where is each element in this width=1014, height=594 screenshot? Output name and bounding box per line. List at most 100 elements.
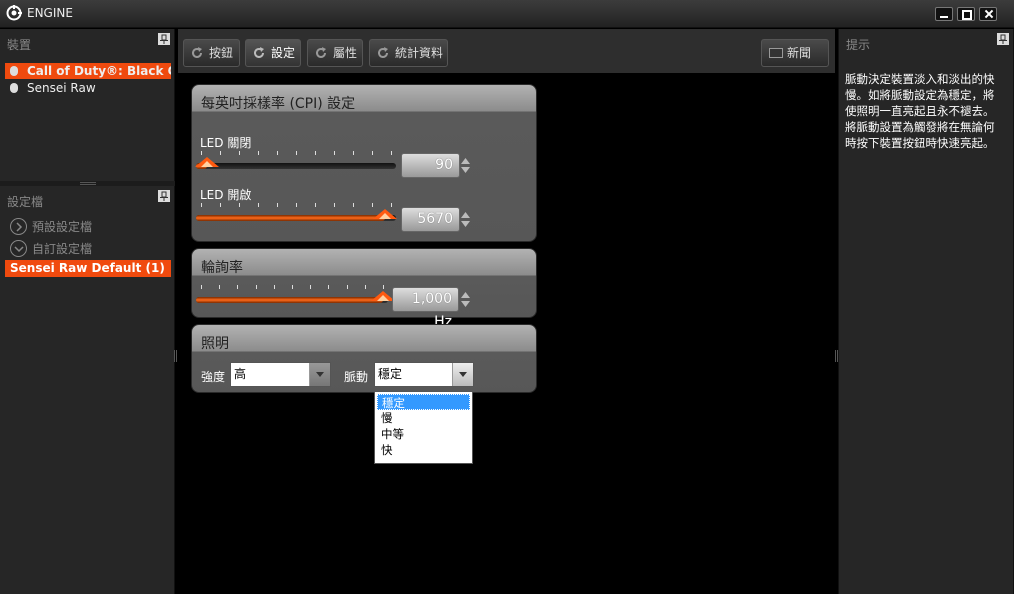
mouse-icon [10, 66, 18, 76]
news-button[interactable]: 新聞 [761, 39, 829, 67]
profile-group-preset[interactable]: 預設設定檔 [10, 218, 92, 236]
slider-tick [315, 151, 316, 155]
slider-tick [383, 285, 384, 289]
news-label: 新聞 [787, 46, 812, 60]
slider-tick [292, 285, 293, 289]
slider-thumb-icon[interactable] [373, 209, 398, 219]
hint-line: 使照明一直亮起且永不褪去。 [845, 104, 995, 118]
settings-tab-button[interactable]: 設定 [245, 39, 301, 67]
close-button[interactable] [979, 7, 997, 21]
pulse-dropdown-list: 穩定 慢 中等 快 [374, 391, 473, 464]
intensity-select[interactable]: 高 [230, 362, 331, 387]
profile-item-selected[interactable]: Sensei Raw Default (1) [5, 260, 171, 277]
lighting-card: 照明 強度 高 脈動 穩定 [191, 324, 537, 393]
profile-group-label: 自訂設定檔 [32, 242, 93, 256]
polling-rate-value[interactable]: 1,000 Hz [392, 287, 459, 330]
slider-tick [315, 203, 316, 207]
stats-tab-label: 統計資料 [395, 46, 444, 60]
slider-tick [372, 151, 373, 155]
device-item-label: Sensei Raw [27, 81, 96, 95]
profile-group-custom[interactable]: 自訂設定檔 [10, 240, 92, 258]
profile-group-label: 預設設定檔 [32, 220, 93, 234]
slider-fill [196, 215, 386, 221]
spinner-icon[interactable] [461, 157, 470, 174]
pin-icon[interactable] [158, 33, 170, 45]
refresh-icon [192, 47, 202, 58]
minimize-button[interactable] [935, 7, 953, 21]
hint-line: 慢。如將脈動設定為穩定，將 [845, 88, 995, 102]
slider-tick [277, 203, 278, 207]
slider-track [196, 297, 388, 303]
slider-tick [346, 285, 348, 289]
buttons-tab-label: 按鈕 [209, 46, 234, 60]
chevron-right-icon [10, 218, 27, 235]
profiles-pane: 設定檔 預設設定檔 自訂設定檔 Sensei Raw Default (1) [0, 186, 175, 594]
cpi-title: 每英吋採樣率 (CPI) 設定 [201, 96, 356, 112]
pulse-select[interactable]: 穩定 [374, 362, 474, 387]
app-title: ENGINE [27, 6, 73, 20]
pin-icon[interactable] [997, 33, 1009, 45]
slider-tick [353, 151, 354, 155]
pulse-option-steady[interactable]: 穩定 [377, 394, 470, 410]
devices-pane: 裝置 Call of Duty®: Black O... Sensei Raw [0, 29, 175, 181]
pulse-label: 脈動 [344, 370, 369, 384]
hint-pane: 提示 脈動決定裝置淡入和淡出的快 慢。如將脈動設定為穩定，將 使照明一直亮起且永… [838, 29, 1014, 594]
led-off-value[interactable]: 90 [401, 153, 460, 178]
pulse-option-slow[interactable]: 慢 [377, 410, 470, 426]
steelseries-logo-icon [6, 5, 22, 21]
slider-tick [255, 285, 257, 289]
intensity-label: 強度 [201, 370, 226, 384]
buttons-tab-button[interactable]: 按鈕 [183, 39, 240, 67]
refresh-icon [254, 47, 264, 58]
slider-tick [353, 203, 354, 207]
hint-line: 將脈動設置為觸發將在無論何 [845, 120, 995, 134]
slider-track [196, 163, 396, 169]
slider-tick [201, 203, 202, 207]
hint-line: 時按下裝置按鈕時快速亮起。 [845, 136, 995, 150]
device-item-label: Call of Duty®: Black O... [27, 64, 171, 78]
slider-tick [201, 151, 202, 155]
intensity-select-value: 高 [234, 367, 247, 381]
toolbar: 按鈕 設定 屬性 統計資料 新聞 [178, 29, 835, 73]
chevron-down-icon[interactable] [452, 363, 473, 386]
hint-line: 脈動決定裝置淡入和淡出的快 [845, 72, 995, 86]
spinner-icon[interactable] [461, 211, 470, 228]
refresh-icon [316, 47, 326, 58]
mouse-icon [10, 83, 18, 93]
title-bar: ENGINE [0, 0, 1014, 28]
settings-tab-label: 設定 [271, 46, 296, 60]
devices-header: 裝置 [7, 38, 32, 52]
hint-header: 提示 [846, 38, 871, 52]
chevron-down-icon[interactable] [309, 363, 330, 386]
pin-icon[interactable] [158, 190, 170, 202]
chevron-down-icon [10, 240, 27, 257]
properties-tab-label: 屬性 [333, 46, 358, 60]
news-icon [769, 48, 783, 58]
pulse-option-medium[interactable]: 中等 [377, 426, 470, 442]
slider-tick [277, 151, 278, 155]
slider-tick [334, 203, 335, 207]
slider-fill [196, 297, 383, 303]
led-on-slider[interactable] [196, 201, 398, 225]
maximize-button[interactable] [957, 7, 975, 21]
pulse-option-fast[interactable]: 快 [377, 442, 470, 458]
slider-tick [296, 151, 297, 155]
slider-tick [391, 203, 392, 207]
lighting-title: 照明 [201, 336, 229, 352]
led-off-slider[interactable] [194, 149, 396, 173]
led-on-value[interactable]: 5670 [401, 207, 460, 232]
slider-tick [239, 151, 240, 155]
slider-tick [296, 203, 297, 207]
device-item-sensei-raw[interactable]: Sensei Raw [5, 80, 171, 96]
slider-thumb-icon[interactable] [194, 157, 219, 167]
polling-title: 輪詢率 [201, 260, 243, 276]
stats-tab-button[interactable]: 統計資料 [369, 39, 448, 67]
splitter-grip[interactable] [80, 182, 96, 185]
device-item-call-of-duty[interactable]: Call of Duty®: Black O... [5, 63, 171, 79]
left-splitter-grip[interactable] [174, 350, 177, 362]
polling-rate-slider[interactable] [196, 283, 395, 307]
slider-tick [334, 151, 335, 155]
properties-tab-button[interactable]: 屬性 [307, 39, 363, 67]
spinner-icon[interactable] [461, 291, 470, 308]
pulse-select-value: 穩定 [378, 367, 403, 381]
